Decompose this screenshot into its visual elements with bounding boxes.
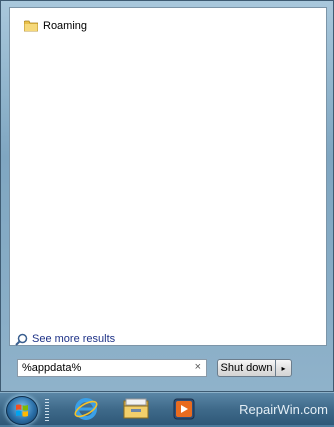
windows-explorer-icon bbox=[123, 398, 149, 419]
search-icon bbox=[15, 333, 28, 346]
search-bar-row: × Shut down ▸ bbox=[9, 353, 327, 383]
windows-logo-icon bbox=[16, 404, 28, 417]
start-button[interactable] bbox=[6, 396, 38, 425]
taskbar-grip[interactable] bbox=[45, 399, 49, 421]
watermark-text: RepairWin.com bbox=[239, 402, 328, 417]
result-item-label: Roaming bbox=[43, 20, 88, 32]
start-menu: Roaming See more results × Shut down ▸ bbox=[0, 0, 334, 392]
internet-explorer-icon bbox=[74, 398, 98, 420]
clear-search-icon[interactable]: × bbox=[195, 361, 201, 373]
search-input[interactable] bbox=[22, 362, 182, 374]
result-item-roaming[interactable]: Roaming bbox=[24, 17, 93, 35]
taskbar: RepairWin.com bbox=[0, 392, 334, 425]
media-player-icon bbox=[173, 398, 195, 420]
search-results-panel: Roaming See more results bbox=[9, 7, 327, 346]
shut-down-label: Shut down bbox=[220, 362, 273, 374]
shut-down-button[interactable]: Shut down bbox=[217, 359, 275, 377]
see-more-results-link[interactable]: See more results bbox=[15, 331, 115, 347]
search-field[interactable]: × bbox=[17, 359, 207, 377]
shut-down-options-button[interactable]: ▸ bbox=[275, 359, 292, 377]
internet-explorer-button[interactable] bbox=[66, 395, 106, 423]
folder-icon bbox=[24, 20, 38, 32]
media-player-button[interactable] bbox=[164, 395, 204, 423]
see-more-label: See more results bbox=[32, 333, 116, 345]
windows-explorer-button[interactable] bbox=[116, 395, 156, 423]
chevron-right-icon: ▸ bbox=[281, 363, 286, 373]
